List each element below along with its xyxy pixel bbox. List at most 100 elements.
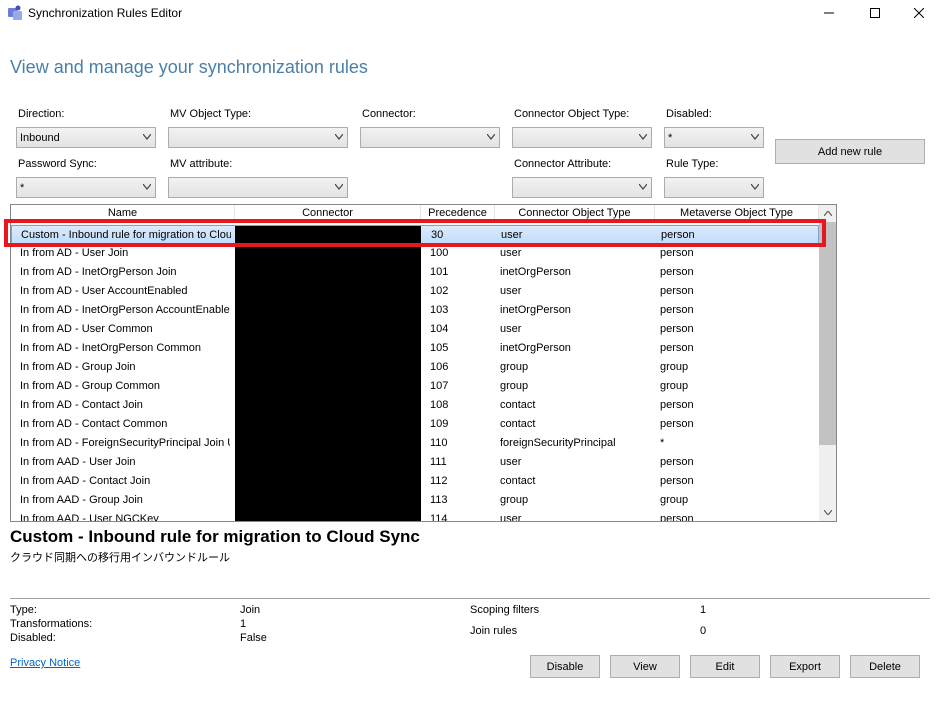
row-connector-object-type: inetOrgPerson — [500, 304, 571, 316]
highlight-annotation — [4, 219, 826, 247]
row-metaverse-object-type: person — [660, 456, 694, 468]
type-value: Join — [240, 604, 261, 616]
row-precedence: 108 — [430, 399, 449, 411]
view-button[interactable]: View — [610, 655, 680, 678]
row-name: In from AD - InetOrgPerson AccountEnable… — [20, 304, 230, 316]
selected-rule-title: Custom - Inbound rule for migration to C… — [10, 527, 420, 546]
chevron-down-icon — [751, 184, 759, 190]
title-bar: Synchronization Rules Editor — [0, 0, 941, 26]
add-new-rule-button[interactable]: Add new rule — [775, 139, 925, 164]
chevron-down-icon — [335, 134, 343, 140]
disabled-detail-value: False — [240, 632, 267, 644]
connector-attribute-select[interactable] — [512, 177, 652, 198]
row-connector-object-type: inetOrgPerson — [500, 266, 571, 278]
scoping-filters-label: Scoping filters — [470, 604, 540, 616]
connector-select[interactable] — [360, 127, 500, 148]
chevron-down-icon — [639, 134, 647, 140]
row-precedence: 104 — [430, 323, 449, 335]
row-metaverse-object-type: person — [660, 285, 694, 297]
chevron-down-icon — [639, 184, 647, 190]
scrollbar-thumb[interactable] — [819, 222, 836, 445]
row-metaverse-object-type: group — [660, 361, 689, 373]
row-precedence: 102 — [430, 285, 449, 297]
connector-object-type-label: Connector Object Type: — [514, 108, 630, 120]
chevron-down-icon — [487, 134, 495, 140]
connector-object-type-select[interactable] — [512, 127, 652, 148]
direction-label: Direction: — [18, 108, 65, 120]
row-metaverse-object-type: person — [660, 418, 694, 430]
row-metaverse-object-type: person — [660, 304, 694, 316]
row-metaverse-object-type: person — [660, 513, 694, 522]
row-metaverse-object-type: person — [660, 266, 694, 278]
row-name: In from AAD - User Join — [20, 456, 136, 468]
row-metaverse-object-type: person — [660, 342, 694, 354]
edit-button[interactable]: Edit — [690, 655, 760, 678]
row-connector-object-type: contact — [500, 475, 536, 487]
password-sync-value: * — [20, 182, 25, 194]
chevron-down-icon — [335, 184, 343, 190]
disabled-select[interactable]: * — [664, 127, 764, 148]
row-precedence: 103 — [430, 304, 449, 316]
row-precedence: 106 — [430, 361, 449, 373]
disabled-detail-label: Disabled: — [10, 632, 56, 644]
row-precedence: 101 — [430, 266, 449, 278]
vertical-scrollbar[interactable] — [819, 205, 836, 521]
rule-type-select[interactable] — [664, 177, 764, 198]
row-connector-object-type: inetOrgPerson — [500, 342, 571, 354]
row-name: In from AD - Group Join — [20, 361, 136, 373]
privacy-notice-link[interactable]: Privacy Notice — [10, 657, 80, 669]
mv-object-type-select[interactable] — [168, 127, 348, 148]
divider — [10, 598, 930, 599]
direction-select[interactable]: Inbound — [16, 127, 156, 148]
minimize-button[interactable] — [806, 0, 852, 26]
transformations-label: Transformations: — [10, 618, 93, 630]
disable-button[interactable]: Disable — [530, 655, 600, 678]
row-name: In from AAD - User NGCKey — [20, 513, 159, 522]
row-name: In from AAD - Group Join — [20, 494, 143, 506]
row-name: In from AD - Group Common — [20, 380, 160, 392]
row-name: In from AD - InetOrgPerson Join — [20, 266, 177, 278]
row-connector-object-type: user — [500, 513, 522, 522]
join-rules-label: Join rules — [470, 625, 518, 637]
chevron-down-icon — [143, 184, 151, 190]
delete-button[interactable]: Delete — [850, 655, 920, 678]
connector-attribute-label: Connector Attribute: — [514, 158, 612, 170]
rule-type-label: Rule Type: — [666, 158, 719, 170]
row-metaverse-object-type: group — [660, 380, 689, 392]
scroll-down-icon[interactable] — [819, 504, 836, 521]
direction-value: Inbound — [20, 132, 60, 144]
chevron-down-icon — [143, 134, 151, 140]
password-sync-label: Password Sync: — [18, 158, 97, 170]
row-precedence: 107 — [430, 380, 449, 392]
row-precedence: 109 — [430, 418, 449, 430]
page-title: View and manage your synchronization rul… — [10, 57, 368, 77]
row-name: In from AD - User Common — [20, 323, 153, 335]
redacted-connector-column — [235, 226, 421, 521]
row-connector-object-type: user — [500, 323, 522, 335]
disabled-value: * — [668, 132, 673, 144]
row-connector-object-type: user — [500, 456, 522, 468]
type-label: Type: — [10, 604, 37, 616]
close-button[interactable] — [896, 0, 941, 26]
rules-grid[interactable]: Name Connector Precedence Connector Obje… — [10, 204, 837, 522]
row-precedence: 111 — [430, 456, 447, 468]
selected-rule-description: クラウド同期への移行用インバウンドルール — [10, 552, 230, 564]
row-connector-object-type: user — [500, 285, 522, 297]
row-connector-object-type: group — [500, 494, 529, 506]
row-name: In from AD - Contact Common — [20, 418, 168, 430]
row-connector-object-type: foreignSecurityPrincipal — [500, 437, 616, 449]
export-button[interactable]: Export — [770, 655, 840, 678]
row-name: In from AD - User AccountEnabled — [20, 285, 188, 297]
join-rules-value: 0 — [700, 625, 707, 637]
row-name: In from AD - Contact Join — [20, 399, 143, 411]
password-sync-select[interactable]: * — [16, 177, 156, 198]
row-precedence: 105 — [430, 342, 449, 354]
scoping-filters-value: 1 — [700, 604, 707, 616]
row-name: In from AD - ForeignSecurityPrincipal Jo… — [20, 437, 230, 449]
mv-attribute-select[interactable] — [168, 177, 348, 198]
chevron-down-icon — [751, 134, 759, 140]
row-connector-object-type: group — [500, 361, 529, 373]
row-metaverse-object-type: group — [660, 494, 689, 506]
maximize-button[interactable] — [852, 0, 898, 26]
row-connector-object-type: group — [500, 380, 529, 392]
